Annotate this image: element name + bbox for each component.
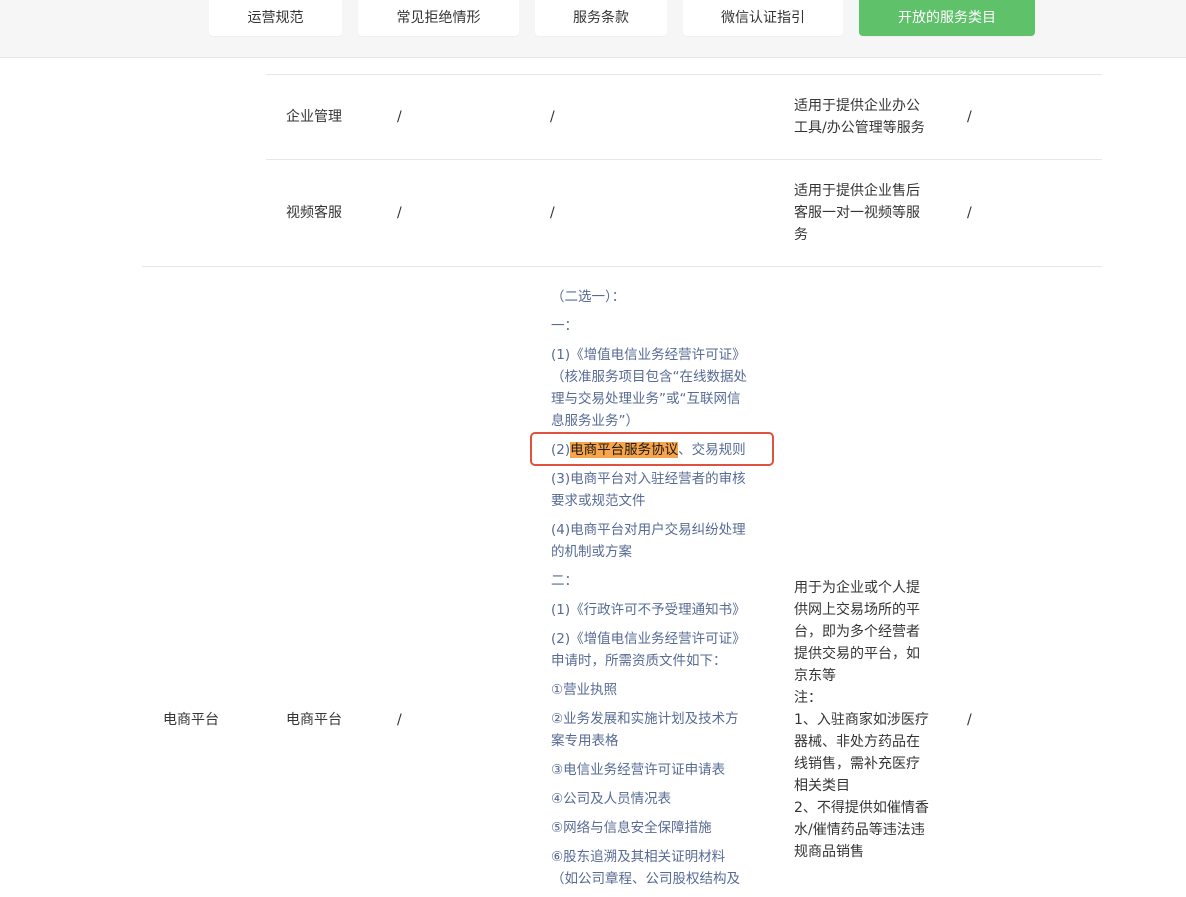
subcategory-cell: 视频客服 — [286, 205, 342, 221]
description-cell: 用于为企业或个人提 供网上交易场所的平 台，即为多个经营者 提供交易的平台，如 … — [794, 577, 929, 863]
license-cell: / — [397, 109, 402, 125]
row-divider — [266, 74, 1102, 75]
requirement-item: (1)《行政许可不予受理通知书》 — [551, 602, 746, 618]
requirement-line: 案专用表格 — [551, 733, 619, 749]
tab-common-rejections[interactable]: 常见拒绝情形 — [358, 0, 519, 36]
description-line: 台，即为多个经营者 — [794, 624, 920, 640]
requirement-item: (3)电商平台对入驻经营者的审核 要求或规范文件 — [551, 468, 761, 512]
row-divider — [142, 266, 1102, 267]
description-line: 注： — [794, 690, 822, 706]
category-cell: 电商平台 — [163, 712, 219, 728]
remarks-cell: / — [967, 712, 972, 728]
remarks-cell: / — [967, 205, 972, 221]
subcategory-cell: 电商平台 — [286, 712, 342, 728]
requirement-line: （如公司章程、公司股权结构及 — [551, 871, 740, 887]
requirement-line: ②业务发展和实施计划及技术方 — [551, 711, 739, 727]
description-line: 务 — [794, 227, 808, 243]
sub-requirement: ④公司及人员情况表 — [551, 791, 672, 807]
description-line: 用于为企业或个人提 — [794, 580, 920, 596]
description-line: 客服一对一视频等服 — [794, 205, 920, 221]
requirement-item: (1)《增值电信业务经营许可证》 （核准服务项目包含“在线数据处 理与交易处理业… — [551, 344, 761, 432]
license-cell: / — [397, 205, 402, 221]
description-line: 适用于提供企业办公 — [794, 98, 920, 114]
requirements-cell: / — [550, 205, 555, 221]
sub-requirement: ③电信业务经营许可证申请表 — [551, 762, 726, 778]
requirement-item: (2)《增值电信业务经营许可证》 申请时，所需资质文件如下： — [551, 628, 761, 672]
description-line: 京东等 — [794, 668, 836, 684]
description-line: 适用于提供企业售后 — [794, 183, 920, 199]
description-cell: 适用于提供企业售后 客服一对一视频等服 务 — [794, 180, 920, 246]
annotation-highlight-box — [530, 432, 774, 466]
option-one-heading: 一： — [551, 318, 578, 334]
sub-requirement: ⑥股东追溯及其相关证明材料 （如公司章程、公司股权结构及 — [551, 846, 761, 890]
tab-wechat-verification[interactable]: 微信认证指引 — [683, 0, 843, 36]
description-line: 工具/办公管理等服务 — [794, 120, 925, 136]
tab-operation-rules[interactable]: 运营规范 — [209, 0, 342, 36]
requirement-line: ⑥股东追溯及其相关证明材料 — [551, 849, 726, 865]
requirement-line: (1)《增值电信业务经营许可证》 — [551, 347, 746, 363]
description-line: 供网上交易场所的平 — [794, 602, 920, 618]
requirement-line: 申请时，所需资质文件如下： — [551, 653, 727, 669]
requirements-cell: / — [550, 109, 555, 125]
requirement-line: (2)《增值电信业务经营许可证》 — [551, 631, 746, 647]
sub-requirement: ②业务发展和实施计划及技术方 案专用表格 — [551, 708, 761, 752]
description-line: 提供交易的平台，如 — [794, 646, 920, 662]
description-line: 线销售，需补充医疗 — [794, 756, 920, 772]
requirement-line: (4)电商平台对用户交易纠纷处理 — [551, 522, 746, 538]
remarks-cell: / — [967, 109, 972, 125]
requirement-line: 理与交易处理业务”或“互联网信 — [551, 391, 741, 407]
requirements-cell: （二选一）： 一： (1)《增值电信业务经营许可证》 （核准服务项目包含“在线数… — [551, 286, 761, 897]
description-cell: 适用于提供企业办公 工具/办公管理等服务 — [794, 95, 925, 139]
requirement-line: 息服务业务”） — [551, 413, 639, 429]
tab-service-categories[interactable]: 开放的服务类目 — [859, 0, 1035, 36]
description-line: 1、入驻商家如涉医疗 — [794, 712, 929, 728]
top-tab-bar: 运营规范 常见拒绝情形 服务条款 微信认证指引 开放的服务类目 — [0, 0, 1186, 58]
description-line: 规商品销售 — [794, 844, 864, 860]
subcategory-cell: 企业管理 — [286, 109, 342, 125]
sub-requirement: ⑤网络与信息安全保障措施 — [551, 820, 712, 836]
sub-requirement: ①营业执照 — [551, 682, 618, 698]
license-cell: / — [397, 712, 402, 728]
requirement-line: 要求或规范文件 — [551, 493, 646, 509]
option-two-heading: 二： — [551, 573, 578, 589]
requirements-intro: （二选一）： — [551, 289, 626, 305]
requirement-line: （核准服务项目包含“在线数据处 — [551, 369, 747, 385]
requirement-item: (4)电商平台对用户交易纠纷处理 的机制或方案 — [551, 519, 761, 563]
tab-service-terms[interactable]: 服务条款 — [535, 0, 667, 36]
description-line: 相关类目 — [794, 778, 850, 794]
description-line: 水/催情药品等违法违 — [794, 822, 925, 838]
description-line: 2、不得提供如催情香 — [794, 800, 929, 816]
requirement-line: 的机制或方案 — [551, 544, 632, 560]
description-line: 器械、非处方药品在 — [794, 734, 920, 750]
row-divider — [266, 159, 1102, 160]
requirement-line: (3)电商平台对入驻经营者的审核 — [551, 471, 746, 487]
